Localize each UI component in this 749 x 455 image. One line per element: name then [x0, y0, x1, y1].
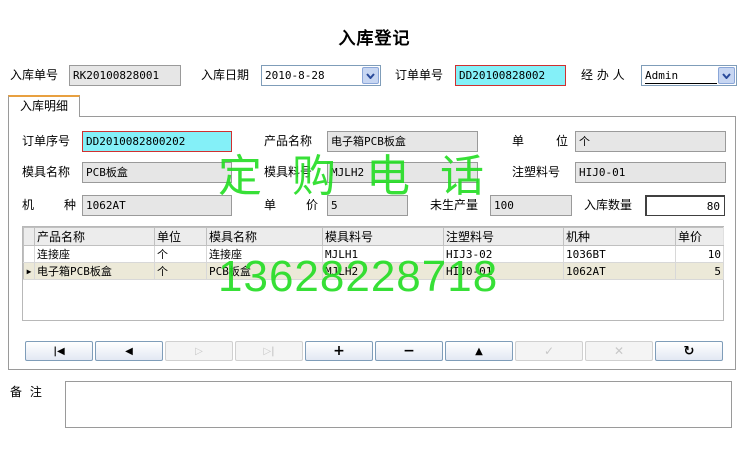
grid-cell[interactable]: 个 — [154, 262, 207, 280]
grid-col-header[interactable]: 注塑料号 — [443, 227, 564, 246]
window-title: 入库登记 — [338, 29, 411, 49]
grid-col-header[interactable]: 产品名称 — [34, 227, 155, 246]
refresh-icon: ↻ — [683, 343, 695, 359]
unit-label-2: 位 — [556, 134, 569, 148]
handler-select[interactable]: Admin — [641, 65, 737, 86]
minus-icon: − — [403, 343, 415, 359]
first-icon: |◀ — [53, 345, 65, 357]
prior-record-button[interactable]: ◀ — [95, 341, 163, 361]
unproduced-field[interactable]: 100 — [490, 195, 572, 216]
cancel-record-button[interactable]: ✕ — [585, 341, 653, 361]
watermark-phone: 13628228718 — [218, 252, 499, 301]
check-icon: ✓ — [543, 344, 555, 358]
chevron-down-icon[interactable] — [718, 67, 735, 84]
injection-material-label: 注塑料号 — [512, 165, 561, 179]
grid-cell[interactable]: 5 — [675, 262, 724, 280]
x-icon: ✕ — [613, 344, 625, 358]
watermark-slogan: 定 购 电 话 — [218, 151, 492, 202]
grid-col-header[interactable]: 单价 — [675, 227, 724, 246]
grid-cell[interactable]: 个 — [154, 245, 207, 263]
last-icon: ▷| — [263, 345, 275, 357]
receipt-no-label: 入库单号 — [10, 68, 59, 82]
next-icon: ▷ — [195, 345, 203, 357]
insert-record-button[interactable]: + — [305, 341, 373, 361]
grid-cell[interactable]: 电子箱PCB板盒 — [34, 262, 155, 280]
order-no-label: 订单单号 — [395, 68, 444, 82]
unit-field[interactable]: 个 — [575, 131, 726, 152]
grid-cell[interactable]: 1062AT — [563, 262, 676, 280]
row-indicator — [23, 245, 35, 263]
triangle-up-icon: ▲ — [475, 345, 483, 357]
in-qty-label: 入库数量 — [584, 198, 633, 212]
date-value: 2010-8-28 — [265, 69, 325, 82]
machine-label-2: 种 — [64, 198, 77, 212]
last-record-button[interactable]: ▷| — [235, 341, 303, 361]
unit-label-1: 单 — [512, 134, 525, 148]
grid-cell[interactable]: 连接座 — [34, 245, 155, 263]
handler-label: 经 办 人 — [581, 68, 625, 82]
grid-col-header[interactable]: 模具料号 — [322, 227, 444, 246]
prior-icon: ◀ — [125, 345, 133, 357]
memo-label: 备 注 — [10, 385, 44, 399]
plus-icon: + — [333, 343, 345, 359]
injection-material-field[interactable]: HIJ0-01 — [575, 162, 726, 183]
date-picker[interactable]: 2010-8-28 — [261, 65, 381, 86]
chevron-down-icon[interactable] — [362, 67, 379, 84]
grid-col-header[interactable]: 机种 — [563, 227, 676, 246]
grid-col-header[interactable]: 模具名称 — [206, 227, 323, 246]
grid-col-header[interactable]: 单位 — [154, 227, 207, 246]
in-qty-field[interactable]: 80 — [645, 195, 725, 216]
order-seq-field[interactable]: DD2010082800202 — [82, 131, 232, 152]
grid-header-row: 产品名称 单位 模具名称 模具料号 注塑料号 机种 单价 — [23, 227, 724, 246]
machine-label-1: 机 — [22, 198, 35, 212]
order-no-field[interactable]: DD20100828002 — [455, 65, 566, 86]
date-label: 入库日期 — [201, 68, 250, 82]
grid-indicator-header — [23, 227, 35, 246]
edit-record-button[interactable]: ▲ — [445, 341, 513, 361]
next-record-button[interactable]: ▷ — [165, 341, 233, 361]
row-indicator: ▶ — [23, 262, 35, 280]
mold-name-label: 模具名称 — [22, 165, 71, 179]
delete-record-button[interactable]: − — [375, 341, 443, 361]
refresh-record-button[interactable]: ↻ — [655, 341, 723, 361]
grid-cell[interactable]: 1036BT — [563, 245, 676, 263]
tab-in-detail[interactable]: 入库明细 — [8, 95, 80, 117]
handler-value: Admin — [645, 69, 717, 84]
order-seq-label: 订单序号 — [22, 134, 71, 148]
grid-cell[interactable]: 10 — [675, 245, 724, 263]
memo-field[interactable] — [65, 381, 732, 428]
post-record-button[interactable]: ✓ — [515, 341, 583, 361]
receipt-no-field[interactable]: RK20100828001 — [69, 65, 181, 86]
mold-name-field[interactable]: PCB板盒 — [82, 162, 232, 183]
machine-field[interactable]: 1062AT — [82, 195, 232, 216]
first-record-button[interactable]: |◀ — [25, 341, 93, 361]
